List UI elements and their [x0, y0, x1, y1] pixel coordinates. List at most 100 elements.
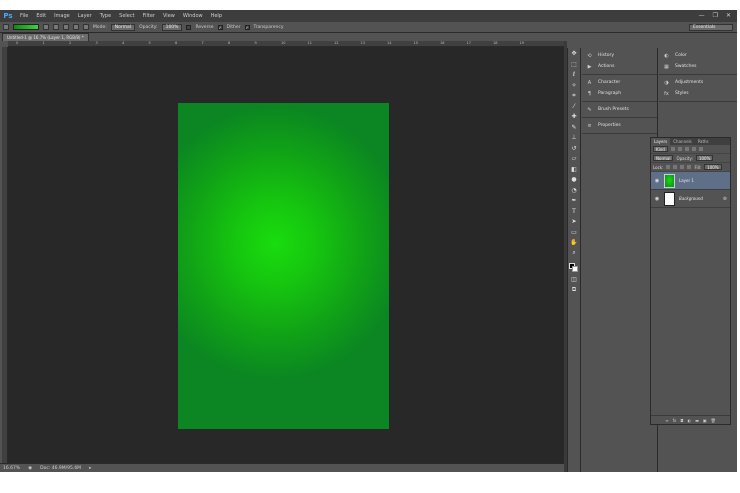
- gradient-tool-icon[interactable]: ◧: [569, 165, 579, 174]
- color-swatches[interactable]: [569, 263, 579, 273]
- status-menu-arrow-icon[interactable]: ▸: [89, 466, 91, 471]
- filter-pixel-icon[interactable]: [670, 147, 675, 151]
- type-tool-icon[interactable]: T: [569, 207, 579, 216]
- swatches-panel-button[interactable]: ▦ Swatches: [659, 61, 737, 72]
- link-layers-icon[interactable]: ∞: [665, 418, 668, 423]
- blur-tool-icon[interactable]: ●: [569, 175, 579, 184]
- menu-image[interactable]: Image: [50, 13, 74, 19]
- layer-row[interactable]: ◉ Background ⊚: [651, 190, 730, 208]
- quick-selection-tool-icon[interactable]: ✧: [569, 81, 579, 90]
- tab-paths[interactable]: Paths: [695, 138, 712, 145]
- layer-filter-row: Kind: [651, 145, 730, 154]
- crop-tool-icon[interactable]: ⌗: [569, 91, 579, 100]
- transparency-checkbox[interactable]: ✓: [244, 24, 250, 30]
- quick-mask-icon[interactable]: ◫: [569, 275, 579, 284]
- radial-gradient-icon[interactable]: [53, 24, 59, 30]
- lock-position-icon[interactable]: [680, 165, 685, 169]
- layer-style-icon[interactable]: fx: [673, 418, 677, 423]
- menu-view[interactable]: View: [159, 13, 179, 19]
- background-color[interactable]: [572, 266, 578, 272]
- gradient-tool-preset-icon[interactable]: [3, 24, 9, 30]
- shape-tool-icon[interactable]: ▭: [569, 228, 579, 237]
- menu-edit[interactable]: Edit: [32, 13, 50, 19]
- reverse-checkbox[interactable]: [186, 24, 192, 30]
- diamond-gradient-icon[interactable]: [83, 24, 89, 30]
- eyedropper-tool-icon[interactable]: ⁄: [569, 102, 579, 111]
- screen-mode-icon[interactable]: ⧉: [569, 286, 579, 295]
- pen-tool-icon[interactable]: ✒: [569, 196, 579, 205]
- document-tab[interactable]: Untitled-1 @ 16.7% (Layer 1, RGB/8) *: [2, 33, 89, 41]
- lock-transparent-icon[interactable]: [666, 165, 671, 169]
- gradient-picker[interactable]: [13, 24, 39, 30]
- adjustments-panel-button[interactable]: ◑ Adjustments: [659, 77, 737, 88]
- blend-mode-select[interactable]: Normal: [653, 155, 674, 161]
- brush-tool-icon[interactable]: ✎: [569, 123, 579, 132]
- layer-opacity-field[interactable]: 100%: [695, 155, 714, 161]
- new-group-icon[interactable]: ▬: [695, 418, 699, 423]
- actions-panel-button[interactable]: ▶ Actions: [582, 61, 657, 72]
- reflected-gradient-icon[interactable]: [73, 24, 79, 30]
- restore-button[interactable]: ❐: [713, 12, 718, 19]
- menu-file[interactable]: File: [16, 13, 32, 19]
- brush-presets-panel-button[interactable]: ✎ Brush Presets: [582, 104, 657, 115]
- styles-panel-button[interactable]: fx Styles: [659, 88, 737, 99]
- angle-gradient-icon[interactable]: [63, 24, 69, 30]
- layer-name[interactable]: Layer 1: [679, 178, 727, 183]
- filter-kind-select[interactable]: Kind: [653, 146, 668, 152]
- tab-layers[interactable]: Layers: [651, 138, 671, 145]
- canvas-area[interactable]: [8, 47, 564, 470]
- menu-select[interactable]: Select: [115, 13, 138, 19]
- layer-name[interactable]: Background: [679, 196, 719, 201]
- zoom-level[interactable]: 16.67%: [3, 466, 20, 471]
- clone-stamp-tool-icon[interactable]: ⊥: [569, 133, 579, 142]
- brush-presets-icon: ✎: [587, 106, 592, 113]
- hand-tool-icon[interactable]: ✋: [569, 238, 579, 247]
- filter-shape-icon[interactable]: [691, 147, 696, 151]
- character-panel-button[interactable]: A Character: [582, 77, 657, 88]
- dodge-tool-icon[interactable]: ◔: [569, 186, 579, 195]
- filter-type-icon[interactable]: [684, 147, 689, 151]
- healing-brush-tool-icon[interactable]: ✚: [569, 112, 579, 121]
- workspace-select[interactable]: Essentials: [689, 24, 733, 31]
- delete-layer-icon[interactable]: 🗑: [711, 418, 716, 423]
- lasso-tool-icon[interactable]: ℓ: [569, 70, 579, 79]
- layer-row[interactable]: ◉ Layer 1: [651, 172, 730, 190]
- lock-image-icon[interactable]: [673, 165, 678, 169]
- filter-adjustment-icon[interactable]: [677, 147, 682, 151]
- history-panel-button[interactable]: ⟲ History: [582, 50, 657, 61]
- properties-panel-button[interactable]: ≡ Properties: [582, 120, 657, 131]
- tab-channels[interactable]: Channels: [670, 138, 695, 145]
- zoom-tool-icon[interactable]: ⌕: [569, 249, 579, 258]
- menu-help[interactable]: Help: [207, 13, 226, 19]
- linear-gradient-icon[interactable]: [43, 24, 49, 30]
- paragraph-panel-button[interactable]: ¶ Paragraph: [582, 88, 657, 99]
- ruler-tick-label: 7: [201, 41, 204, 45]
- menu-window[interactable]: Window: [179, 13, 207, 19]
- filter-smart-object-icon[interactable]: [698, 147, 703, 151]
- fill-label: Fill:: [694, 164, 702, 170]
- fill-field[interactable]: 100%: [704, 164, 722, 170]
- eraser-tool-icon[interactable]: ▱: [569, 154, 579, 163]
- mode-select[interactable]: Normal: [110, 23, 136, 31]
- close-button[interactable]: ✕: [726, 12, 731, 19]
- visibility-eye-icon[interactable]: ◉: [654, 178, 660, 184]
- visibility-eye-icon[interactable]: ◉: [654, 196, 660, 202]
- history-brush-tool-icon[interactable]: ↺: [569, 144, 579, 153]
- layer-mask-icon[interactable]: ◘: [680, 418, 683, 423]
- opacity-field[interactable]: 100%: [161, 23, 183, 31]
- color-panel-button[interactable]: ◐ Color: [659, 50, 737, 61]
- character-icon: A: [587, 79, 592, 86]
- dither-checkbox[interactable]: ✓: [217, 24, 223, 30]
- minimize-button[interactable]: —: [699, 12, 705, 19]
- menu-layer[interactable]: Layer: [74, 13, 96, 19]
- document-canvas[interactable]: [178, 103, 389, 429]
- new-layer-icon[interactable]: ▣: [703, 418, 707, 423]
- lock-all-icon[interactable]: [687, 165, 692, 169]
- menu-type[interactable]: Type: [96, 13, 115, 19]
- path-selection-tool-icon[interactable]: ➤: [569, 217, 579, 226]
- status-info-icon[interactable]: ◉: [28, 466, 32, 471]
- menu-filter[interactable]: Filter: [139, 13, 159, 19]
- marquee-tool-icon[interactable]: ⬚: [569, 60, 579, 69]
- move-tool-icon[interactable]: ✥: [569, 49, 579, 58]
- adjustment-layer-icon[interactable]: ◐: [688, 418, 692, 423]
